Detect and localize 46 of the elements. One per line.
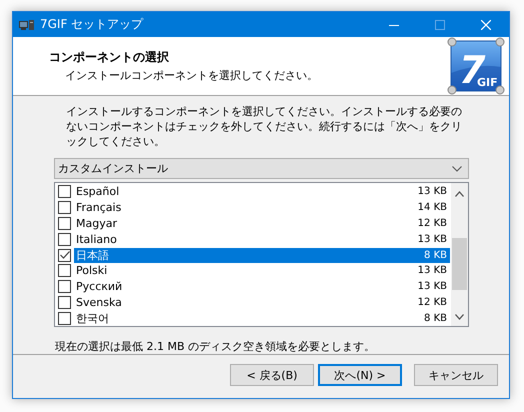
checkbox[interactable] <box>58 280 71 294</box>
close-icon <box>481 20 491 30</box>
component-item[interactable]: Svenska 12 KB <box>74 294 450 310</box>
scroll-up-icon <box>455 191 464 197</box>
instructions-text: インストールするコンポーネントを選択してください。インストールする必要のないコンポーネントはチェックを外してください。続行するには「次へ」をクリックしてください。 <box>65 104 463 149</box>
dialog-button[interactable]: 次へ(N) > <box>318 364 402 386</box>
checkbox[interactable] <box>58 232 71 246</box>
component-item[interactable]: Magyar 12 KB <box>74 216 450 231</box>
checkbox[interactable] <box>58 264 71 278</box>
component-size: 14 KB <box>418 202 447 214</box>
component-item[interactable]: 한국어 8 KB <box>74 310 450 326</box>
dialog-button[interactable]: < 戻る(B) <box>230 364 314 386</box>
checkmark-icon <box>60 251 70 260</box>
scrollbar-thumb[interactable] <box>452 238 467 290</box>
maximize-icon <box>435 20 445 30</box>
checkbox[interactable] <box>58 296 71 309</box>
component-size: 13 KB <box>418 186 447 198</box>
scrollbar[interactable] <box>451 183 468 326</box>
page-heading: コンポーネントの選択 <box>49 49 170 66</box>
checkbox[interactable] <box>58 201 71 214</box>
checkbox[interactable] <box>58 216 71 230</box>
checkbox[interactable] <box>58 248 71 262</box>
component-item[interactable]: 日本語 8 KB <box>74 248 450 263</box>
component-size: 13 KB <box>418 281 447 292</box>
component-size: 12 KB <box>418 296 447 308</box>
chevron-down-icon <box>452 166 462 172</box>
dialog-button[interactable]: キャンセル <box>414 364 498 386</box>
computer-icon <box>19 18 35 30</box>
component-size: 12 KB <box>418 218 447 229</box>
component-item[interactable]: Русский 13 KB <box>74 279 450 294</box>
component-size: 13 KB <box>418 234 447 245</box>
scroll-down-icon <box>455 314 464 320</box>
checkbox[interactable] <box>58 312 71 325</box>
install-type-dropdown[interactable]: カスタムインストール <box>54 158 469 179</box>
page-subheading: インストールコンポーネントを選択してください。 <box>64 68 318 83</box>
component-item[interactable]: Français 14 KB <box>74 200 450 216</box>
component-item[interactable]: Italiano 13 KB <box>74 232 450 247</box>
component-size: 8 KB <box>424 312 447 324</box>
app-logo: 7GIF <box>447 37 505 95</box>
window-title: 7GIF セットアップ <box>40 16 144 33</box>
component-size: 13 KB <box>418 265 447 276</box>
component-item[interactable]: Polski 13 KB <box>74 263 450 278</box>
disk-space-note: 現在の選択は最低 2.1 MB のディスク空き領域を必要とします。 <box>54 339 376 354</box>
checkbox[interactable] <box>58 185 71 198</box>
component-item[interactable]: Español 13 KB <box>74 184 450 200</box>
component-size: 8 KB <box>424 250 447 261</box>
